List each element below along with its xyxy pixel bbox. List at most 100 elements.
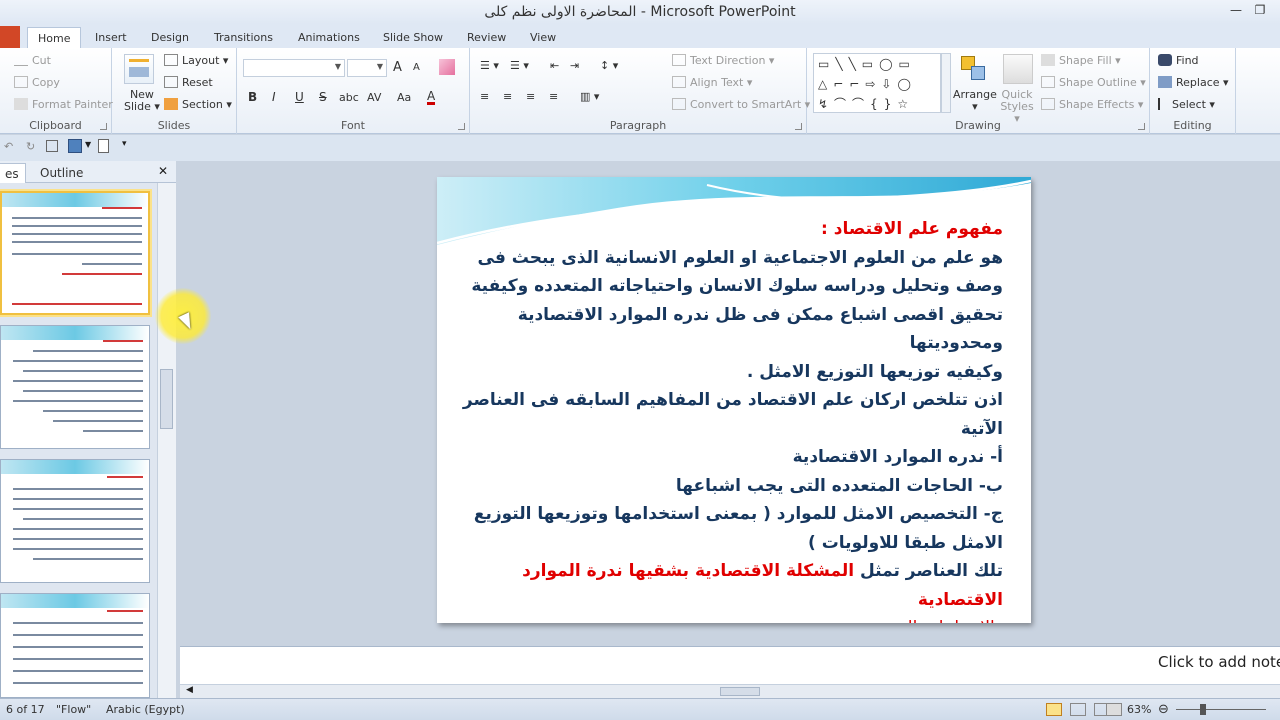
- shape-fill-button[interactable]: Shape Fill ▾: [1041, 54, 1121, 67]
- grow-font-button[interactable]: A: [393, 60, 402, 75]
- change-case-button[interactable]: Aa: [397, 91, 411, 104]
- copy-button[interactable]: Copy: [14, 76, 60, 89]
- scroll-thumb[interactable]: [160, 369, 173, 429]
- dialog-launcher-icon[interactable]: [795, 123, 802, 130]
- slide-thumbnail[interactable]: [0, 459, 150, 583]
- tab-transitions[interactable]: Transitions: [204, 27, 283, 48]
- tab-slide-show[interactable]: Slide Show: [373, 27, 453, 48]
- shape-effects-button[interactable]: Shape Effects ▾: [1041, 98, 1143, 111]
- slide-line: هو علم من العلوم الاجتماعية او العلوم ال…: [477, 247, 1003, 268]
- chevron-down-icon[interactable]: ▼: [85, 140, 91, 149]
- redo-icon[interactable]: ↻: [26, 140, 35, 153]
- smartart-icon: [672, 98, 686, 110]
- italic-button[interactable]: I: [272, 90, 276, 104]
- section-button[interactable]: Section ▾: [164, 98, 232, 111]
- tab-review[interactable]: Review: [457, 27, 516, 48]
- decrease-indent-button[interactable]: ⇤: [550, 59, 559, 72]
- arrange-button[interactable]: Arrange ▾: [953, 89, 997, 113]
- shape-outline-button[interactable]: Shape Outline ▾: [1041, 76, 1146, 89]
- find-button[interactable]: Find: [1158, 54, 1199, 67]
- justify-button[interactable]: ≡: [549, 90, 558, 103]
- slideshow-icon[interactable]: [46, 140, 58, 152]
- increase-indent-button[interactable]: ⇥: [570, 59, 579, 72]
- dialog-launcher-icon[interactable]: [1138, 123, 1145, 130]
- effects-icon: [1041, 98, 1055, 110]
- align-center-button[interactable]: ≡: [503, 90, 512, 103]
- close-icon[interactable]: ✕: [158, 164, 168, 178]
- replace-button[interactable]: Replace ▾: [1158, 76, 1229, 89]
- text-direction-button[interactable]: Text Direction ▾: [672, 54, 774, 67]
- zoom-level[interactable]: 63%: [1127, 699, 1151, 720]
- panel-tabs: es Outline ✕: [0, 161, 176, 183]
- notes-pane[interactable]: Click to add notes: [180, 646, 1280, 684]
- align-right-button[interactable]: ≡: [526, 90, 535, 103]
- restore-icon[interactable]: ❐: [1246, 0, 1274, 20]
- strikethrough-button[interactable]: S: [319, 90, 327, 104]
- normal-view-icon[interactable]: [1046, 703, 1062, 716]
- reset-button[interactable]: Reset: [164, 76, 213, 89]
- shadow-button[interactable]: abc: [339, 91, 359, 104]
- align-text-button[interactable]: Align Text ▾: [672, 76, 752, 89]
- slideshow-view-icon[interactable]: [1106, 703, 1122, 716]
- horizontal-scrollbar[interactable]: ◀: [180, 684, 1280, 698]
- slide-thumbnail[interactable]: [0, 325, 150, 449]
- scroll-left-icon[interactable]: ◀: [186, 685, 193, 695]
- arrange-icon[interactable]: [959, 54, 989, 84]
- tab-insert[interactable]: Insert: [85, 27, 137, 48]
- slide-sorter-icon[interactable]: [1070, 703, 1086, 716]
- line-spacing-button[interactable]: ↕ ▾: [600, 59, 618, 72]
- bold-button[interactable]: B: [248, 90, 257, 104]
- slide-body-text[interactable]: مفهوم علم الاقتصاد : هو علم من العلوم ال…: [443, 215, 1003, 623]
- dialog-launcher-icon[interactable]: [458, 123, 465, 130]
- file-tab[interactable]: [0, 26, 20, 48]
- group-label: Paragraph: [609, 119, 667, 132]
- shapes-gallery[interactable]: ▭╲╲▭◯▭ △⌐⌐⇨⇩◯ ↯⌒⌒{}☆: [813, 53, 941, 113]
- panel-scrollbar[interactable]: [157, 183, 176, 698]
- dialog-launcher-icon[interactable]: [100, 123, 107, 130]
- quick-access-toolbar: ↶ ↻ ▼ ▾: [0, 135, 1280, 161]
- quick-styles-icon[interactable]: [1003, 54, 1033, 84]
- new-file-icon[interactable]: [98, 139, 109, 153]
- font-color-button[interactable]: A: [427, 90, 436, 105]
- format-painter-button[interactable]: Format Painter: [14, 98, 113, 111]
- tab-home[interactable]: Home: [27, 27, 82, 48]
- font-size-select[interactable]: ▼: [347, 59, 387, 77]
- group-label: Editing: [1173, 119, 1212, 132]
- zoom-slider[interactable]: [1176, 704, 1266, 715]
- undo-icon[interactable]: ↶: [4, 140, 13, 153]
- align-left-button[interactable]: ≡: [480, 90, 489, 103]
- customize-qat-icon[interactable]: ▾: [122, 139, 127, 149]
- chevron-down-icon: ▼: [334, 62, 341, 71]
- numbering-button[interactable]: ☰ ▾: [510, 59, 529, 72]
- slide-thumbnail[interactable]: [0, 593, 150, 698]
- tab-outline[interactable]: Outline: [34, 163, 89, 183]
- columns-button[interactable]: ▥ ▾: [580, 90, 599, 103]
- char-spacing-button[interactable]: AV: [367, 91, 381, 104]
- new-slide-button[interactable]: New Slide ▾: [124, 89, 160, 113]
- theme-icon[interactable]: [68, 139, 82, 153]
- select-button[interactable]: Select ▾: [1158, 98, 1215, 111]
- clear-formatting-button[interactable]: [439, 59, 455, 75]
- font-name-select[interactable]: ▼: [243, 59, 345, 77]
- tab-view[interactable]: View: [520, 27, 566, 48]
- shapes-scroll[interactable]: [941, 53, 951, 113]
- tab-slides[interactable]: es: [0, 163, 26, 183]
- layout-button[interactable]: Layout ▾: [164, 54, 228, 67]
- slide-thumbnail[interactable]: [0, 191, 150, 315]
- tab-design[interactable]: Design: [141, 27, 199, 48]
- theme-name[interactable]: "Flow": [56, 699, 91, 720]
- paintbrush-icon: [14, 98, 28, 110]
- shrink-font-button[interactable]: A: [413, 62, 420, 73]
- slides-group: New Slide ▾ Layout ▾ Reset Section ▾ Slid…: [112, 48, 237, 134]
- zoom-slider-thumb[interactable]: [1200, 704, 1206, 715]
- bullets-button[interactable]: ☰ ▾: [480, 59, 499, 72]
- underline-button[interactable]: U: [295, 90, 304, 104]
- zoom-out-icon[interactable]: ⊖: [1158, 699, 1169, 720]
- cut-button[interactable]: Cut: [14, 54, 51, 67]
- convert-smartart-button[interactable]: Convert to SmartArt ▾: [672, 98, 810, 111]
- language-indicator[interactable]: Arabic (Egypt): [106, 699, 185, 720]
- new-slide-icon[interactable]: [124, 54, 154, 84]
- scroll-thumb[interactable]: [720, 687, 760, 696]
- slide-canvas[interactable]: مفهوم علم الاقتصاد : هو علم من العلوم ال…: [437, 177, 1031, 623]
- tab-animations[interactable]: Animations: [288, 27, 370, 48]
